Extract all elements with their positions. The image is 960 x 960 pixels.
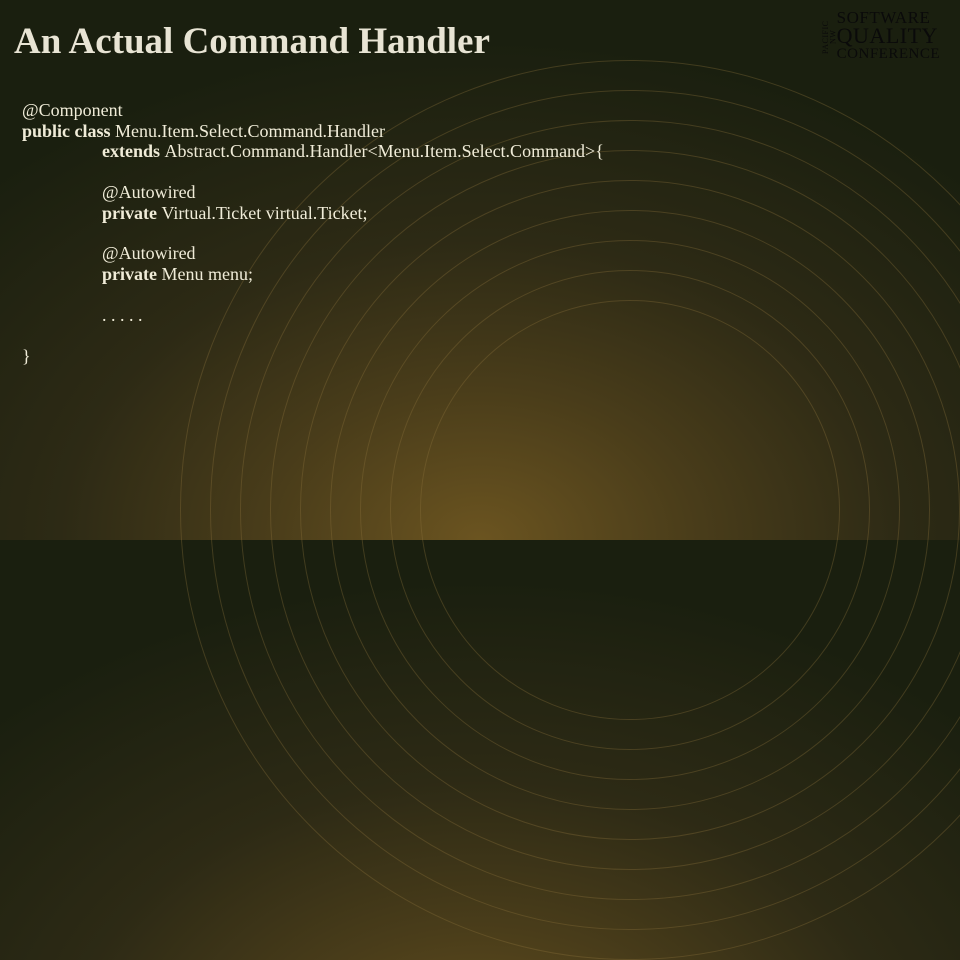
code-line: @Component bbox=[22, 100, 604, 121]
code-line: } bbox=[22, 346, 604, 367]
code-line: @Autowired bbox=[22, 243, 604, 264]
code-line: . . . . . bbox=[22, 305, 604, 326]
code-line: @Autowired bbox=[22, 182, 604, 203]
logo-line-3: CONFERENCE bbox=[837, 47, 940, 61]
code-block: @Component public class Menu.Item.Select… bbox=[22, 100, 604, 366]
code-line: private Virtual.Ticket virtual.Ticket; bbox=[22, 203, 604, 224]
code-line: private Menu menu; bbox=[22, 264, 604, 285]
code-line: extends Abstract.Command.Handler<Menu.It… bbox=[22, 141, 604, 162]
code-line: public class Menu.Item.Select.Command.Ha… bbox=[22, 121, 604, 142]
logo-vertical-text: PACIFIC NW bbox=[822, 12, 837, 62]
slide-title: An Actual Command Handler bbox=[14, 20, 490, 63]
logo-line-2: QUALITY bbox=[837, 26, 940, 47]
conference-logo: PACIFIC NW SOFTWARE QUALITY CONFERENCE bbox=[837, 10, 940, 61]
